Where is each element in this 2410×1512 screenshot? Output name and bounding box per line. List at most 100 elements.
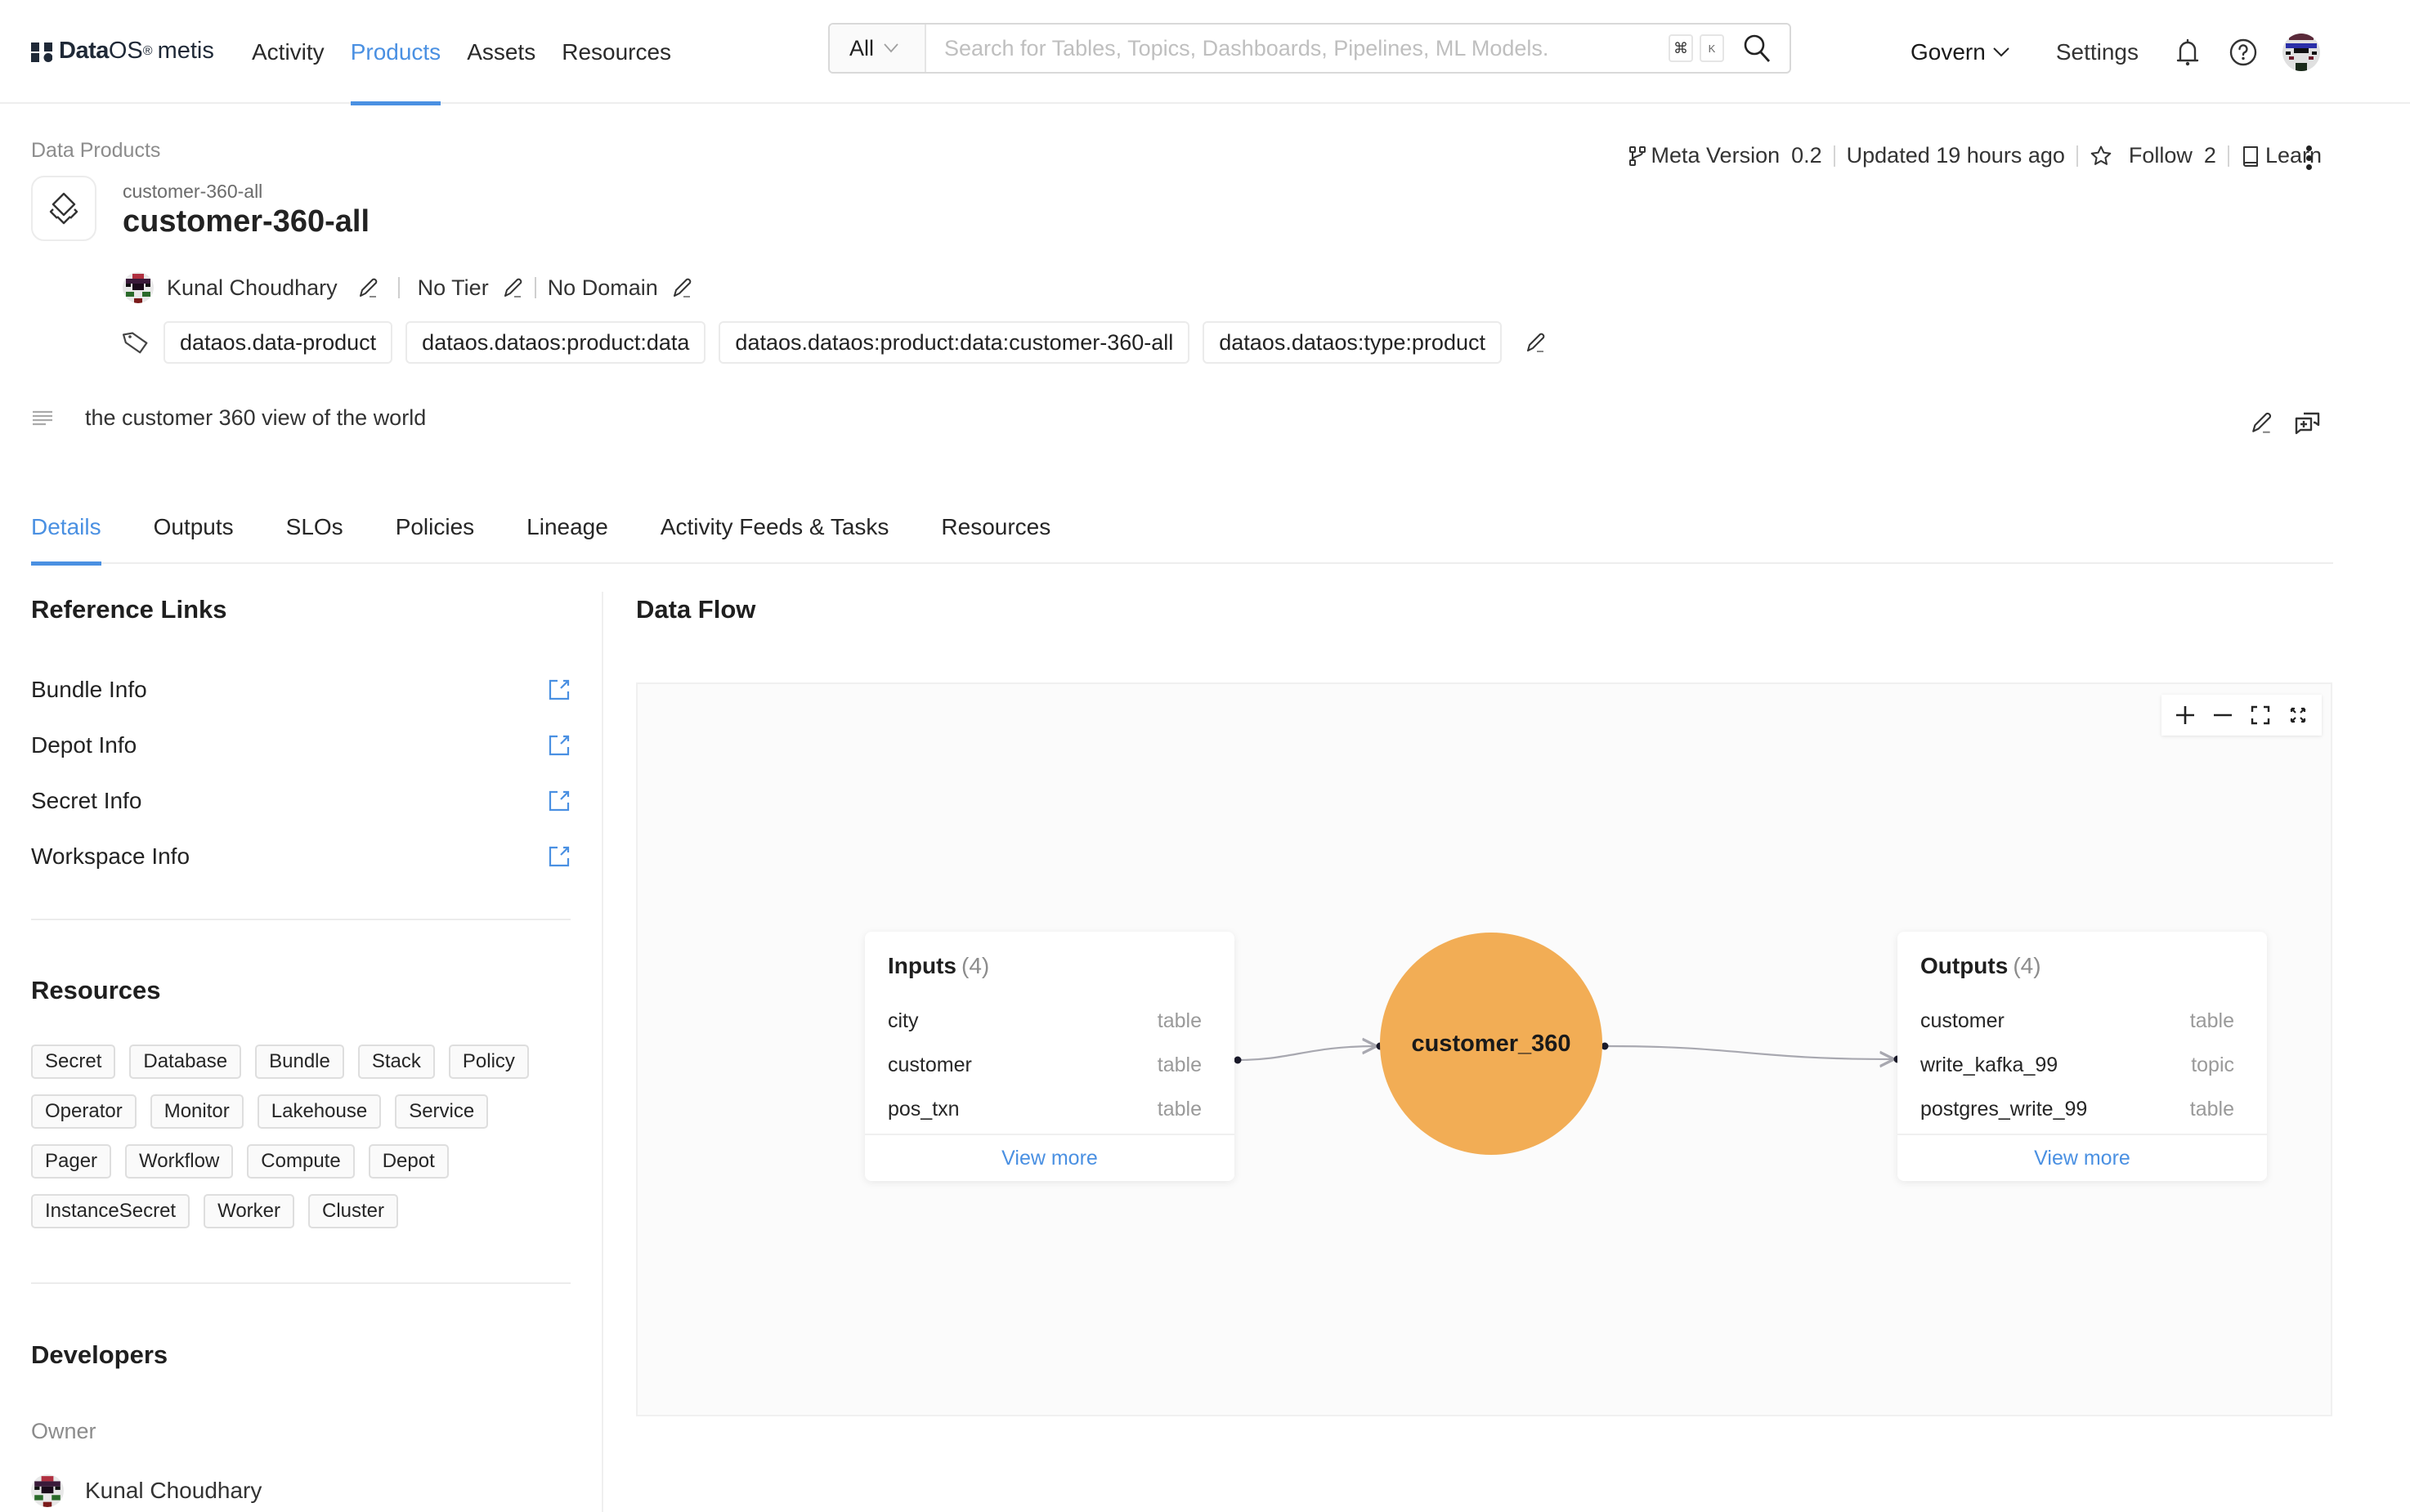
edit-owner-icon[interactable] (357, 276, 380, 299)
meta-version-label[interactable]: Meta Version (1651, 143, 1781, 168)
meta-version-value[interactable]: 0.2 (1791, 143, 1822, 168)
tag-chip[interactable]: dataos.dataos:product:data:customer-360-… (719, 321, 1190, 364)
input-row[interactable]: pos_txn table (888, 1087, 1202, 1131)
fit-view-icon[interactable] (2246, 700, 2275, 730)
tab-lineage[interactable]: Lineage (526, 507, 608, 564)
output-type: topic (2191, 1053, 2234, 1076)
reference-link-depot[interactable]: Depot Info (31, 718, 571, 773)
shortcut-cmd-key: ⌘ (1669, 34, 1693, 62)
resource-chip-lakehouse[interactable]: Lakehouse (257, 1094, 382, 1129)
output-row[interactable]: customer table (1920, 999, 2234, 1043)
resource-chip-depot[interactable]: Depot (368, 1144, 449, 1179)
data-flow-canvas[interactable]: Inputs (4) city table customer table pos_tx… (636, 682, 2332, 1416)
reference-link-bundle[interactable]: Bundle Info (31, 662, 571, 718)
resource-chip-policy[interactable]: Policy (448, 1045, 529, 1079)
tag-chip[interactable]: dataos.data-product (164, 321, 393, 364)
updated-timestamp: Updated 19 hours ago (1846, 143, 2065, 168)
output-row[interactable]: postgres_write_99 table (1920, 1087, 2234, 1131)
tag-chip[interactable]: dataos.dataos:product:data (405, 321, 706, 364)
tab-resources[interactable]: Resources (941, 507, 1050, 564)
logo-mark-icon (31, 42, 53, 62)
developer-owner[interactable]: Kunal Choudhary (31, 1474, 262, 1507)
resource-chip-bundle[interactable]: Bundle (255, 1045, 344, 1079)
inputs-view-more-button[interactable]: View more (865, 1134, 1234, 1181)
fullscreen-icon[interactable] (2283, 700, 2313, 730)
entity-tabs: Details Outputs SLOs Policies Lineage Ac… (31, 507, 2333, 566)
external-link-icon[interactable] (548, 734, 571, 757)
user-avatar[interactable] (2282, 33, 2320, 71)
reference-link-secret[interactable]: Secret Info (31, 773, 571, 829)
edge-node-to-outputs (1606, 1045, 1894, 1059)
book-icon[interactable] (2241, 145, 2260, 168)
developers-title: Developers (31, 1340, 168, 1369)
resource-chip-database[interactable]: Database (129, 1045, 242, 1079)
outputs-title-text: Outputs (1920, 953, 2009, 978)
breadcrumb[interactable]: Data Products (31, 139, 160, 163)
nav-activity[interactable]: Activity (252, 0, 325, 104)
input-type: table (1157, 1097, 1202, 1121)
reference-links-list: Bundle Info Depot Info Secret Info Works… (31, 662, 571, 884)
entity-subtitle: customer-360-all (123, 181, 263, 202)
search-type-select[interactable]: All (830, 25, 926, 72)
nav-assets[interactable]: Assets (467, 0, 535, 104)
divider (1833, 145, 1835, 167)
resource-chip-stack[interactable]: Stack (357, 1045, 435, 1079)
settings-link[interactable]: Settings (2056, 39, 2139, 65)
divider (534, 277, 536, 298)
help-icon[interactable] (2227, 36, 2260, 69)
owner-name[interactable]: Kunal Choudhary (167, 275, 338, 301)
more-options-icon[interactable] (2304, 145, 2314, 170)
outputs-title: Outputs (4) (1920, 953, 2041, 979)
reference-link-workspace[interactable]: Workspace Info (31, 829, 571, 884)
entity-properties: Kunal Choudhary No Tier No Domain (123, 272, 694, 303)
external-link-icon[interactable] (548, 678, 571, 701)
resource-chip-compute[interactable]: Compute (247, 1144, 355, 1179)
reference-link-label: Secret Info (31, 788, 142, 813)
dataos-logo[interactable]: Data OS ® metis (31, 38, 214, 65)
inputs-list: city table customer table pos_txn table (888, 999, 1202, 1131)
govern-menu[interactable]: Govern (1911, 39, 2010, 65)
nav-resources[interactable]: Resources (562, 0, 671, 104)
outputs-count: (4) (2013, 953, 2041, 978)
add-conversation-icon[interactable] (2294, 410, 2322, 435)
tab-outputs[interactable]: Outputs (154, 507, 234, 564)
resource-chip-secret[interactable]: Secret (31, 1045, 116, 1079)
resource-chip-instancesecret[interactable]: InstanceSecret (31, 1194, 190, 1228)
data-product-node[interactable]: customer_360 (1380, 933, 1602, 1155)
outputs-view-more-button[interactable]: View more (1897, 1134, 2267, 1181)
star-icon[interactable] (2090, 145, 2112, 168)
zoom-out-icon[interactable] (2208, 700, 2238, 730)
resource-chip-monitor[interactable]: Monitor (150, 1094, 244, 1129)
external-link-icon[interactable] (548, 790, 571, 812)
tag-chip[interactable]: dataos.dataos:type:product (1203, 321, 1502, 364)
panel-divider (602, 592, 603, 1512)
version-branch-icon (1628, 145, 1646, 167)
search-input[interactable] (926, 35, 1669, 61)
tab-activity-feeds[interactable]: Activity Feeds & Tasks (661, 507, 889, 564)
resource-chip-pager[interactable]: Pager (31, 1144, 112, 1179)
external-link-icon[interactable] (548, 845, 571, 868)
search-icon[interactable] (1740, 32, 1773, 65)
resource-chip-service[interactable]: Service (395, 1094, 489, 1129)
resource-chip-workflow[interactable]: Workflow (125, 1144, 234, 1179)
canvas-controls (2161, 695, 2322, 736)
tier-value: No Tier (417, 275, 489, 300)
resource-chip-worker[interactable]: Worker (204, 1194, 294, 1228)
nav-products[interactable]: Products (350, 0, 441, 105)
tab-policies[interactable]: Policies (396, 507, 474, 564)
follow-count: 2 (2203, 143, 2216, 168)
edit-tags-icon[interactable] (1525, 331, 1548, 354)
edit-domain-icon[interactable] (671, 276, 694, 299)
edit-description-icon[interactable] (2250, 410, 2274, 435)
zoom-in-icon[interactable] (2170, 700, 2200, 730)
input-row[interactable]: customer table (888, 1043, 1202, 1087)
follow-button[interactable]: Follow (2129, 143, 2193, 168)
bell-icon[interactable] (2171, 36, 2204, 69)
tab-slos[interactable]: SLOs (286, 507, 343, 564)
resource-chip-operator[interactable]: Operator (31, 1094, 137, 1129)
tab-details[interactable]: Details (31, 507, 101, 566)
output-row[interactable]: write_kafka_99 topic (1920, 1043, 2234, 1087)
edit-tier-icon[interactable] (502, 276, 525, 299)
resource-chip-cluster[interactable]: Cluster (308, 1194, 399, 1228)
input-row[interactable]: city table (888, 999, 1202, 1043)
